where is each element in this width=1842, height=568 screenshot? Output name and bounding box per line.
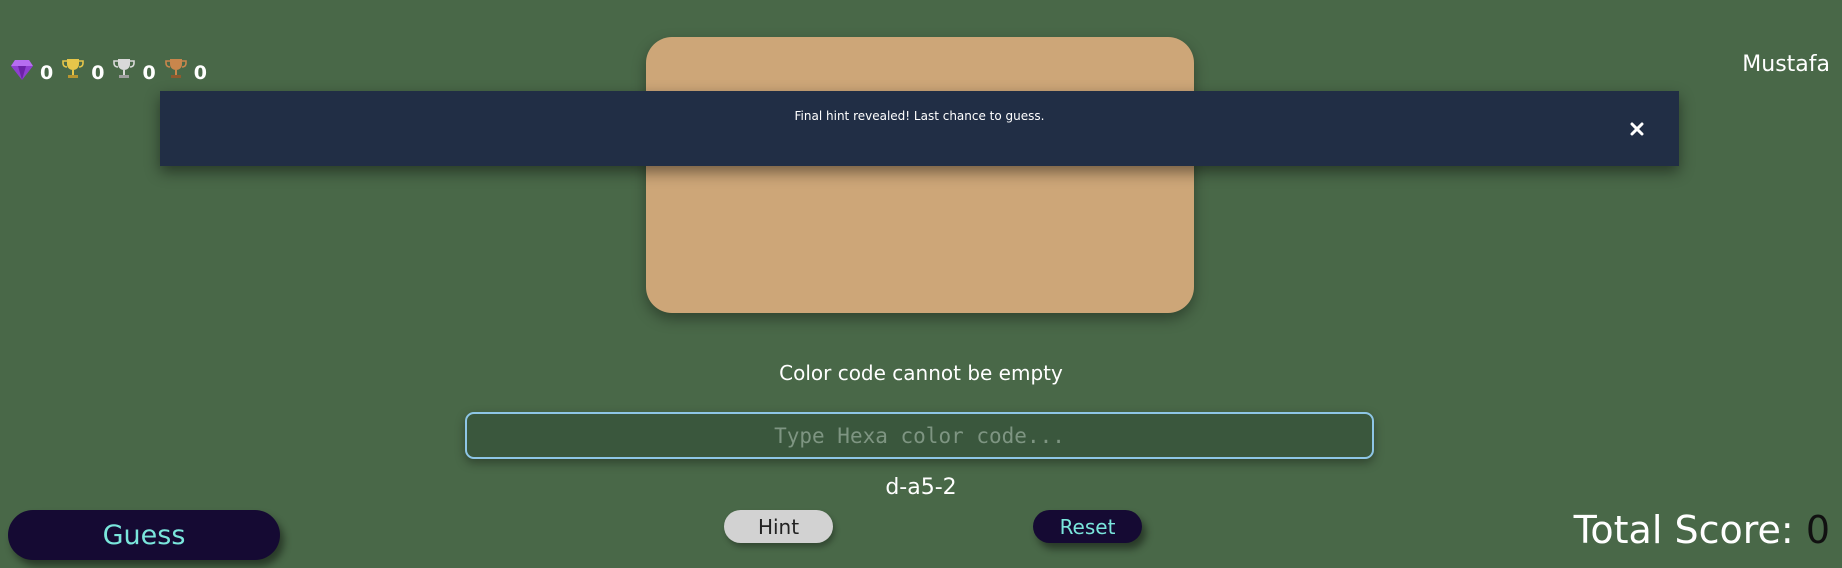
gold-trophy: 0 — [61, 54, 104, 84]
status-message: Color code cannot be empty — [779, 361, 1063, 385]
trophy-bar: 0 0 0 0 — [10, 54, 207, 84]
total-score: Total Score: 0 — [1574, 508, 1830, 552]
gold-trophy-icon — [62, 59, 85, 78]
color-card — [646, 37, 1194, 313]
diamond-count: 0 — [40, 62, 54, 84]
toast-notification: Final hint revealed! Last chance to gues… — [160, 91, 1679, 166]
reset-button[interactable]: Reset — [1033, 510, 1142, 543]
toast-message: Final hint revealed! Last chance to gues… — [794, 108, 1045, 123]
silver-trophy: 0 — [112, 54, 156, 84]
bronze-trophy-count: 0 — [193, 62, 207, 84]
total-score-value: 0 — [1805, 508, 1830, 552]
gold-trophy-count: 0 — [91, 62, 105, 84]
hint-button[interactable]: Hint — [724, 510, 833, 543]
diamond-icon — [11, 60, 33, 80]
username: Mustafa — [1742, 52, 1830, 77]
total-score-label: Total Score: — [1573, 508, 1794, 552]
bronze-trophy: 0 — [164, 54, 207, 84]
hint-text: d-a5-2 — [885, 475, 957, 500]
bronze-trophy-icon — [164, 59, 187, 78]
silver-trophy-icon — [113, 59, 136, 78]
guess-button[interactable]: Guess — [8, 510, 280, 560]
close-icon[interactable] — [1629, 121, 1645, 137]
silver-trophy-count: 0 — [142, 62, 156, 84]
diamond-trophy: 0 — [10, 54, 53, 84]
color-code-input[interactable] — [465, 412, 1374, 459]
